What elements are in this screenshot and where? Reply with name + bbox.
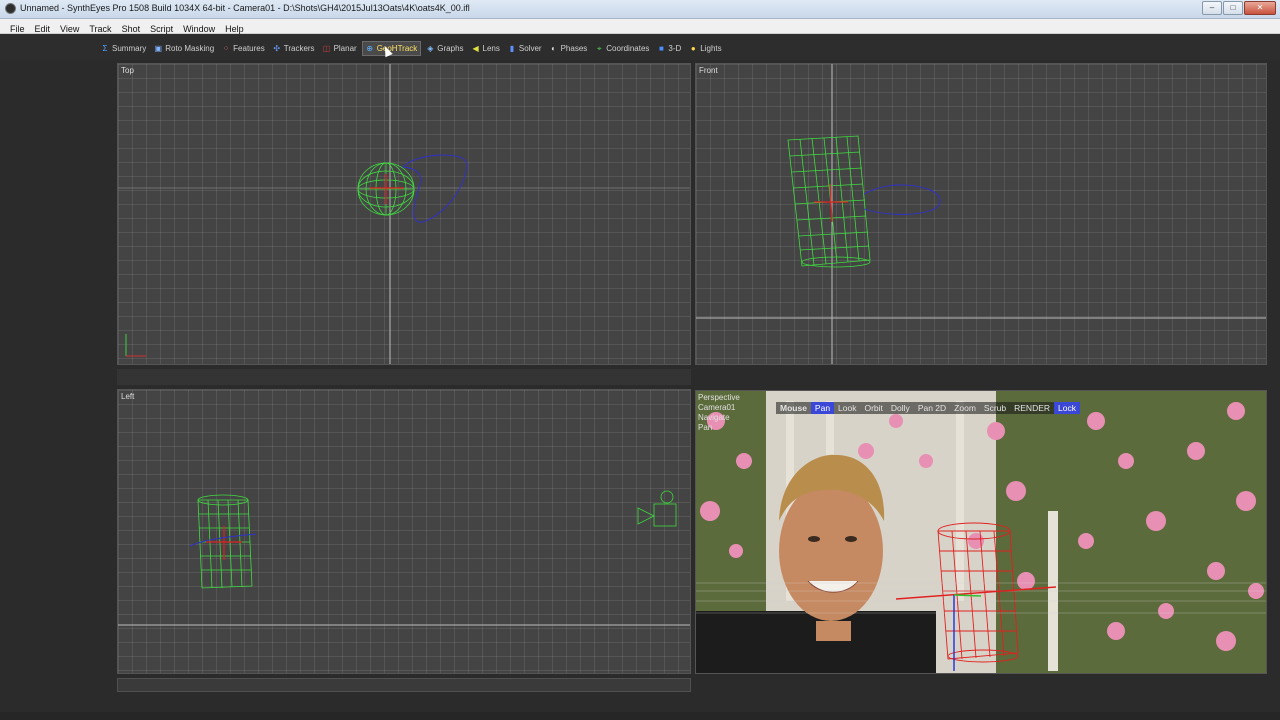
menu-track[interactable]: Track xyxy=(84,22,116,34)
cube-icon: ■ xyxy=(658,43,664,53)
perspective-btn-mouse[interactable]: Mouse xyxy=(776,402,811,414)
perspective-btn-lock[interactable]: Lock xyxy=(1054,402,1080,414)
minimize-button[interactable]: ‒ xyxy=(1202,1,1222,15)
room-tab-label: Summary xyxy=(112,44,147,53)
room-tab-label: Lights xyxy=(700,44,722,53)
front-tracker-outline xyxy=(863,184,941,215)
perspective-btn-orbit[interactable]: Orbit xyxy=(860,402,886,414)
roto-icon: ▣ xyxy=(154,43,163,53)
perspective-btn-dolly[interactable]: Dolly xyxy=(887,402,914,414)
menu-view[interactable]: View xyxy=(55,22,84,34)
viewport-front-scene xyxy=(696,64,1266,364)
room-tab-3-d[interactable]: ■ 3-D xyxy=(654,42,684,55)
menu-help[interactable]: Help xyxy=(220,22,249,34)
camera-icon xyxy=(637,490,677,527)
room-tab-lights[interactable]: ● Lights xyxy=(686,42,724,55)
viewport-front[interactable]: Front xyxy=(695,63,1267,365)
room-tabs-bar: Σ Summary ▣ Roto Masking ⁘ Features ✣ Trackers ◫… xyxy=(0,34,1280,60)
title-bar: Unnamed - SynthEyes Pro 1508 Build 1034X… xyxy=(0,0,1280,19)
room-tab-label: Lens xyxy=(482,44,500,53)
room-tab-label: Coordinates xyxy=(606,44,650,53)
phases-icon: ◐ xyxy=(551,43,556,53)
perspective-scene xyxy=(696,391,1266,673)
solver-icon: ▮ xyxy=(509,43,515,53)
perspective-btn-render[interactable]: RENDER xyxy=(1010,402,1054,414)
room-tab-coordinates[interactable]: ⌖ Coordinates xyxy=(592,42,652,55)
lens-icon: ◀ xyxy=(472,43,479,53)
top-gizmo xyxy=(125,334,146,357)
planar-icon: ◫ xyxy=(322,43,331,53)
perspective-line-1: Camera01 xyxy=(698,403,736,412)
close-button[interactable]: ✕ xyxy=(1244,1,1276,15)
geohtrack-icon: ⊕ xyxy=(366,43,374,53)
menu-file[interactable]: File xyxy=(0,22,30,34)
viewport-splitter[interactable] xyxy=(117,369,691,385)
sigma-icon: Σ xyxy=(102,43,108,53)
perspective-btn-pan[interactable]: Pan xyxy=(810,402,835,414)
menu-script[interactable]: Script xyxy=(145,22,178,34)
room-tab-label: Features xyxy=(233,44,265,53)
room-tab-label: Graphs xyxy=(437,44,464,53)
room-tab-lens[interactable]: ◀ Lens xyxy=(469,42,503,55)
maximize-button[interactable]: □ xyxy=(1223,1,1243,15)
room-tab-label: Phases xyxy=(560,44,588,53)
room-tab-roto-masking[interactable]: ▣ Roto Masking xyxy=(151,42,217,55)
app-icon xyxy=(5,3,16,14)
room-tab-label: 3-D xyxy=(668,44,682,53)
room-tab-graphs[interactable]: ◈ Graphs xyxy=(423,42,466,55)
viewport-top-scene xyxy=(118,64,690,364)
viewport-top[interactable]: Top xyxy=(117,63,691,365)
menu-shot[interactable]: Shot xyxy=(117,22,146,34)
features-icon: ⁘ xyxy=(222,43,230,53)
perspective-info: Perspective Camera01 Navigate Pan xyxy=(698,393,740,433)
time-bar[interactable] xyxy=(117,678,691,692)
left-axis-marker xyxy=(206,526,242,560)
trackers-icon: ✣ xyxy=(273,43,281,53)
room-tab-label: Planar xyxy=(333,44,357,53)
perspective-btn-scrub[interactable]: Scrub xyxy=(980,402,1010,414)
room-tab-planar[interactable]: ◫ Planar xyxy=(320,42,360,55)
bulb-icon: ● xyxy=(690,43,696,53)
menu-edit[interactable]: Edit xyxy=(30,22,56,34)
window-title: Unnamed - SynthEyes Pro 1508 Build 1034X… xyxy=(20,3,470,13)
graphs-icon: ◈ xyxy=(427,43,434,53)
viewport-left[interactable]: Left xyxy=(117,389,691,674)
room-tabs: Σ Summary ▣ Roto Masking ⁘ Features ✣ Trackers ◫… xyxy=(98,41,727,56)
perspective-btn-look[interactable]: Look xyxy=(834,402,860,414)
room-tab-features[interactable]: ⁘ Features xyxy=(219,42,268,55)
menu-window[interactable]: Window xyxy=(178,22,220,34)
perspective-line-2: Navigate xyxy=(698,413,730,422)
viewport-left-scene xyxy=(118,490,690,626)
perspective-line-0: Perspective xyxy=(698,393,740,402)
room-tab-phases[interactable]: ◐ Phases xyxy=(547,42,591,55)
perspective-btn-pan-2d[interactable]: Pan 2D xyxy=(914,402,950,414)
menu-bar: File Edit View Track Shot Script Window Help xyxy=(0,19,1280,34)
viewport-perspective[interactable]: Perspective Camera01 Navigate Pan Mouse P… xyxy=(695,390,1267,674)
room-tab-label: Solver xyxy=(518,44,542,53)
perspective-btn-zoom[interactable]: Zoom xyxy=(950,402,980,414)
perspective-line-3: Pan xyxy=(698,423,713,432)
window-controls: ‒ □ ✕ xyxy=(1202,1,1276,15)
top-tracker-outline xyxy=(402,154,467,223)
room-tab-summary[interactable]: Σ Summary xyxy=(98,42,149,55)
room-tab-trackers[interactable]: ✣ Trackers xyxy=(270,42,318,55)
room-tab-label: Roto Masking xyxy=(165,44,215,53)
room-tab-solver[interactable]: ▮ Solver xyxy=(505,42,545,55)
perspective-toolbar: Mouse Pan Look Orbit Dolly Pan 2D Zoom Scrub REN… xyxy=(776,402,1080,414)
status-bar xyxy=(0,712,1280,720)
coordinates-icon: ⌖ xyxy=(597,43,602,53)
room-tab-label: Trackers xyxy=(283,44,315,53)
